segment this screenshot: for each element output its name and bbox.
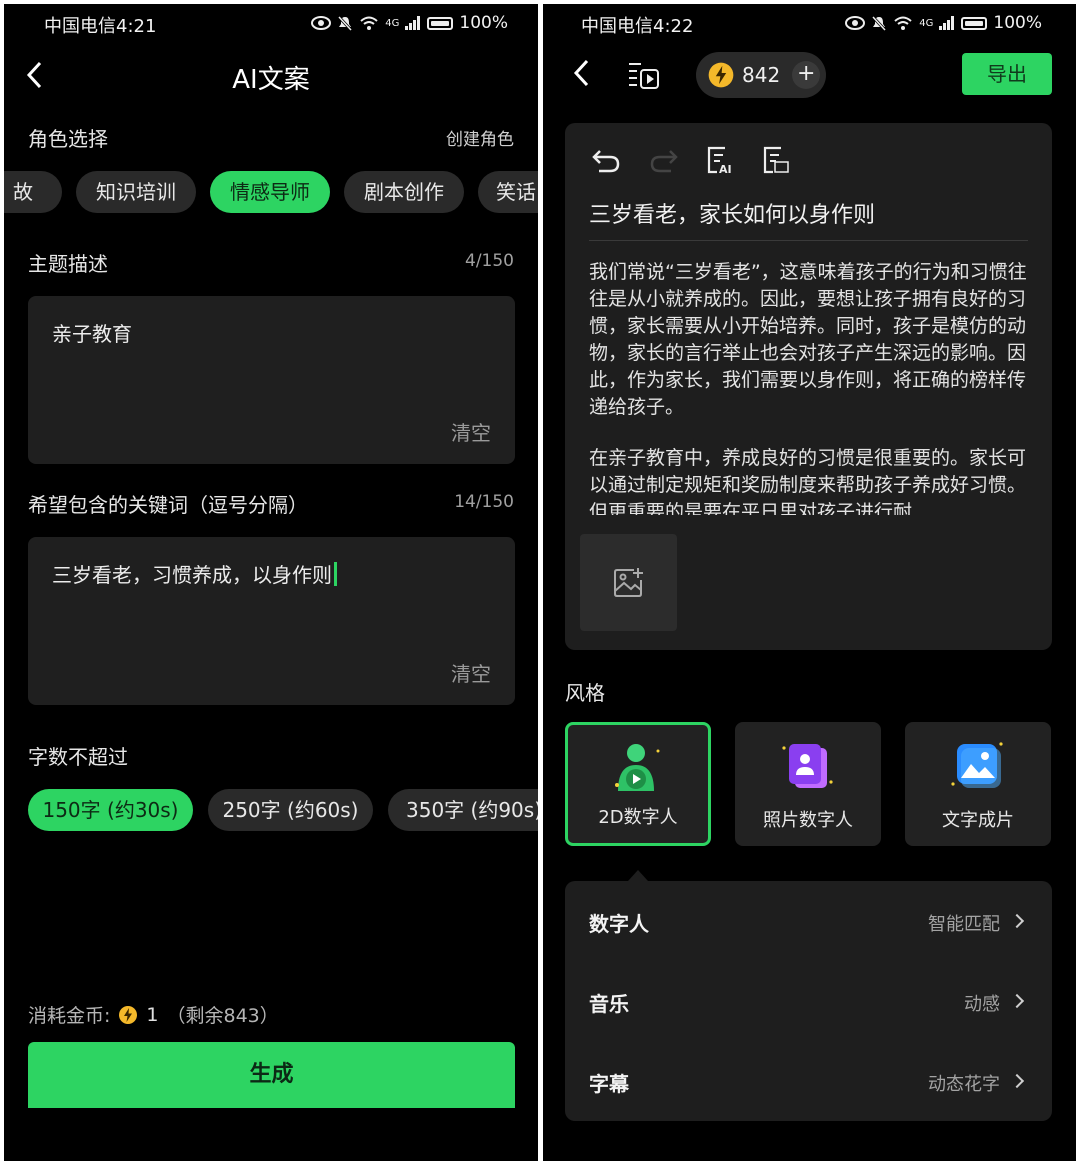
topic-input[interactable]: 亲子教育 清空 — [28, 296, 515, 464]
back-arrow-icon[interactable] — [571, 58, 593, 88]
settings-card: 数字人 智能匹配 音乐 动感 字幕 动态花字 — [565, 881, 1052, 1121]
setting-name: 音乐 — [589, 992, 629, 1016]
script-list-icon[interactable] — [627, 59, 661, 91]
export-button[interactable]: 导出 — [962, 53, 1052, 95]
ai-rewrite-icon[interactable]: AI — [705, 145, 735, 175]
role-chip-script-writing[interactable]: 剧本创作 — [344, 171, 464, 213]
script-editor-card: AI 三岁看老，家长如何以身作则 我们常说“三岁看老”，这意味着孩子的行为和习惯… — [565, 123, 1052, 650]
setting-row-music[interactable]: 音乐 动感 — [565, 961, 1052, 1041]
chevron-right-icon — [1009, 993, 1025, 1009]
add-image-button[interactable] — [580, 534, 677, 631]
role-chip-story[interactable]: 故 — [4, 171, 62, 213]
undo-icon[interactable] — [591, 147, 621, 173]
setting-row-avatar[interactable]: 数字人 智能匹配 — [565, 881, 1052, 961]
role-chip-emotional-mentor[interactable]: 情感导师 — [210, 171, 330, 213]
status-carrier-time: 中国电信4:21 — [44, 16, 157, 37]
setting-name: 字幕 — [589, 1072, 629, 1096]
cost-label: 消耗金币: — [28, 1005, 111, 1027]
status-icons: 4G 100% — [845, 13, 1042, 33]
length-option-250[interactable]: 250字 (约60s) — [208, 789, 373, 831]
length-option-350[interactable]: 350字 (约90s) — [388, 789, 538, 831]
eye-icon — [311, 16, 332, 30]
signal-icon — [939, 16, 955, 30]
create-role-link[interactable]: 创建角色 — [446, 125, 514, 150]
svg-text:AI: AI — [719, 163, 732, 175]
keywords-count: 14/150 — [454, 492, 514, 512]
photo-avatar-icon — [782, 744, 833, 788]
role-chip-knowledge-training[interactable]: 知识培训 — [76, 171, 196, 213]
ai-copywriting-screen: 中国电信4:21 4G 100% AI文案 角色选择 创建角色 故 知识培训 情… — [4, 4, 538, 1161]
battery-percent: 100% — [459, 13, 508, 33]
setting-value: 智能匹配 — [928, 914, 1000, 935]
length-label: 字数不超过 — [28, 745, 128, 769]
chevron-right-icon — [1009, 1073, 1025, 1089]
style-label: 风格 — [565, 681, 605, 705]
cost-remaining: （剩余843） — [166, 1005, 279, 1027]
editor-screen: 中国电信4:22 4G 100% 842 + 导出 AI 三岁看老，家长如何以身… — [543, 4, 1076, 1161]
keywords-label: 希望包含的关键词（逗号分隔） — [28, 493, 308, 517]
role-selection-label: 角色选择 — [28, 127, 108, 151]
script-title[interactable]: 三岁看老，家长如何以身作则 — [589, 197, 875, 229]
plus-icon[interactable]: + — [792, 61, 821, 89]
eye-icon — [845, 16, 866, 30]
2d-avatar-icon — [615, 744, 660, 791]
setting-row-subtitles[interactable]: 字幕 动态花字 — [565, 1041, 1052, 1121]
signal-icon — [405, 16, 421, 30]
title-divider — [589, 240, 1028, 241]
text-to-video-icon — [951, 742, 1003, 788]
keywords-clear-button[interactable]: 清空 — [451, 658, 491, 687]
keywords-input[interactable]: 三岁看老，习惯养成，以身作则 清空 — [28, 537, 515, 705]
style-option-label: 照片数字人 — [763, 810, 853, 831]
setting-name: 数字人 — [589, 912, 649, 936]
keywords-value: 三岁看老，习惯养成，以身作则 — [52, 559, 337, 588]
battery-icon — [961, 16, 988, 30]
lightning-coin-icon — [119, 1005, 138, 1024]
wifi-icon — [894, 16, 912, 30]
battery-icon — [427, 16, 454, 30]
edit-text-icon[interactable] — [761, 145, 791, 175]
length-option-150[interactable]: 150字 (约30s) — [28, 789, 193, 831]
mute-bell-icon — [872, 15, 887, 31]
wifi-icon — [360, 16, 378, 30]
script-body[interactable]: 我们常说“三岁看老”，这意味着孩子的行为和习惯往往是从小就养成的。因此，要想让孩… — [589, 259, 1028, 515]
script-paragraph: 在亲子教育中，养成良好的习惯是很重要的。家长可以通过制定规矩和奖励制度来帮助孩子… — [589, 447, 1027, 515]
script-paragraph: 我们常说“三岁看老”，这意味着孩子的行为和习惯往往是从小就养成的。因此，要想让孩… — [589, 261, 1027, 418]
selection-pointer — [628, 870, 648, 881]
topic-label: 主题描述 — [28, 252, 108, 276]
setting-value: 动态花字 — [928, 1074, 1000, 1095]
page-title: AI文案 — [232, 65, 310, 95]
topic-count: 4/150 — [465, 251, 514, 271]
coin-balance-pill[interactable]: 842 + — [696, 52, 826, 98]
chevron-right-icon — [1009, 913, 1025, 929]
coin-count: 842 — [742, 63, 781, 87]
topic-clear-button[interactable]: 清空 — [451, 417, 491, 446]
text-cursor — [334, 562, 337, 586]
cost-amount: 1 — [146, 1003, 159, 1026]
topic-value: 亲子教育 — [52, 322, 132, 346]
mute-bell-icon — [338, 15, 353, 31]
status-icons: 4G 100% — [311, 13, 508, 33]
style-option-label: 2D数字人 — [598, 807, 678, 828]
cost-line: 消耗金币: 1 （剩余843） — [28, 1001, 279, 1028]
generate-button[interactable]: 生成 — [28, 1042, 515, 1108]
style-option-2d-avatar[interactable]: 2D数字人 — [565, 722, 711, 846]
network-type: 4G — [919, 17, 934, 29]
style-option-photo-avatar[interactable]: 照片数字人 — [735, 722, 881, 846]
redo-icon[interactable] — [649, 147, 679, 173]
battery-percent: 100% — [993, 13, 1042, 33]
style-option-label: 文字成片 — [942, 810, 1014, 831]
role-chip-jokes[interactable]: 笑话 — [478, 171, 538, 213]
setting-value: 动感 — [964, 994, 1000, 1015]
style-option-text-to-video[interactable]: 文字成片 — [905, 722, 1051, 846]
status-carrier-time: 中国电信4:22 — [581, 16, 694, 37]
add-image-icon — [614, 568, 643, 597]
keywords-text: 三岁看老，习惯养成，以身作则 — [52, 563, 332, 587]
network-type: 4G — [385, 17, 400, 29]
lightning-coin-icon — [708, 62, 734, 88]
